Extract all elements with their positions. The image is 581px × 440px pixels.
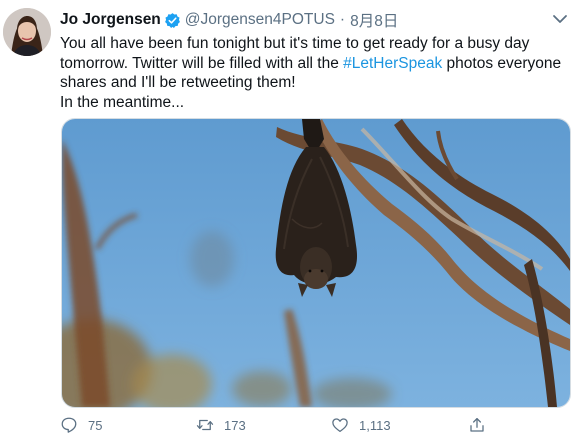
like-count: 1,113 bbox=[359, 417, 391, 433]
tweet-header: Jo Jorgensen @Jorgensen4POTUS · 8月8日 bbox=[60, 9, 551, 31]
like-icon bbox=[332, 418, 348, 433]
reply-icon bbox=[61, 417, 77, 433]
timestamp[interactable]: 8月8日 bbox=[350, 9, 398, 31]
reply-count: 75 bbox=[88, 417, 103, 433]
tweet[interactable]: Jo Jorgensen @Jorgensen4POTUS · 8月8日 You… bbox=[0, 0, 581, 440]
like-button[interactable]: 1,113 bbox=[331, 412, 391, 438]
tweet-text-line2: In the meantime... bbox=[60, 93, 185, 111]
share-button[interactable] bbox=[468, 412, 496, 438]
retweet-button[interactable]: 173 bbox=[196, 412, 246, 438]
tweet-text: You all have been fun tonight but it's t… bbox=[60, 34, 570, 112]
avatar[interactable] bbox=[3, 8, 51, 56]
hashtag-link[interactable]: #LetHerSpeak bbox=[343, 55, 442, 72]
caret-down-icon[interactable] bbox=[551, 12, 569, 26]
separator-dot: · bbox=[339, 11, 346, 28]
handle[interactable]: @Jorgensen4POTUS bbox=[185, 11, 335, 29]
retweet-count: 173 bbox=[224, 417, 246, 433]
bat-photo bbox=[62, 119, 570, 407]
reply-button[interactable]: 75 bbox=[60, 412, 102, 438]
verified-badge-icon bbox=[164, 12, 181, 29]
display-name[interactable]: Jo Jorgensen bbox=[60, 11, 161, 29]
tweet-photo[interactable] bbox=[61, 118, 571, 408]
retweet-icon bbox=[196, 419, 214, 431]
share-icon bbox=[470, 417, 484, 432]
action-bar: 75 173 1,113 bbox=[60, 412, 560, 438]
